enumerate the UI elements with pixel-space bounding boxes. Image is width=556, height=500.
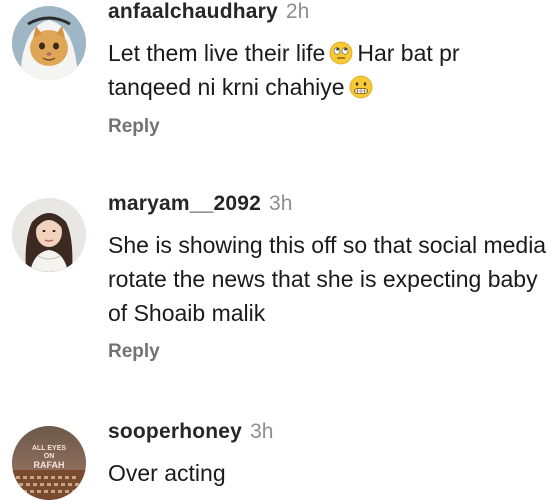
avatar[interactable] — [12, 198, 86, 272]
comment-meta: anfaalchaudhary 2h — [108, 0, 548, 24]
avatar-text: RAFAH — [34, 460, 65, 470]
reply-button[interactable]: Reply — [108, 116, 160, 138]
face-with-rolling-eyes-icon — [329, 41, 353, 65]
grimacing-face-icon — [349, 75, 372, 99]
comment-text: Over acting — [108, 460, 226, 486]
comment-text: She is showing this off so that social m… — [108, 232, 547, 326]
comment-text: Let them live their life Har bat pr tanq… — [108, 36, 548, 104]
username[interactable]: maryam__2092 — [108, 192, 261, 215]
avatar[interactable] — [12, 6, 86, 80]
woman-portrait-avatar-icon — [12, 198, 86, 272]
timestamp: 2h — [285, 0, 310, 23]
username[interactable]: anfaalchaudhary — [108, 0, 278, 23]
avatar[interactable]: ALL EYES ON RAFAH — [12, 426, 86, 500]
timestamp: 3h — [269, 192, 293, 215]
timestamp: 3h — [250, 420, 274, 443]
comment-meta: maryam__2092 3h — [108, 192, 548, 216]
comment-text-part: Let them live their life — [108, 40, 326, 66]
cat-in-headdress-avatar-icon — [12, 6, 86, 80]
comment-meta: sooperhoney 3h — [108, 420, 548, 444]
all-eyes-on-rafah-avatar-icon: ALL EYES ON RAFAH — [12, 426, 86, 500]
username[interactable]: sooperhoney — [108, 420, 242, 443]
avatar-text: ON — [44, 453, 55, 460]
reply-button[interactable]: Reply — [108, 341, 160, 363]
avatar-text: ALL EYES — [32, 445, 66, 452]
